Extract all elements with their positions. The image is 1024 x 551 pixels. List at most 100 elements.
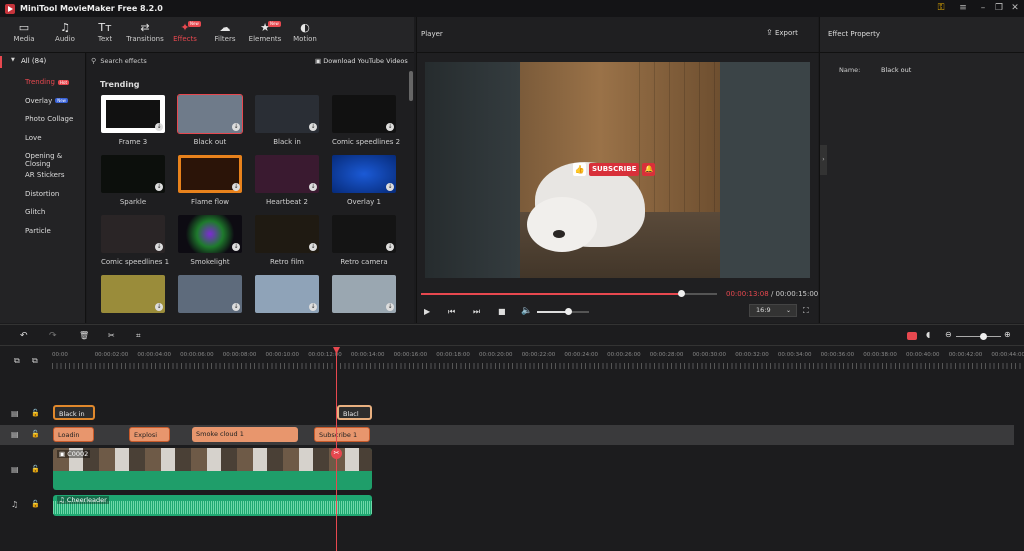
delete-icon[interactable]: 🗑 bbox=[79, 331, 89, 340]
sidebar-item-trending[interactable]: Trending Hot bbox=[25, 78, 70, 86]
effect-clip[interactable]: Black in bbox=[53, 405, 95, 420]
effect-thumbnail[interactable]: ↓ bbox=[332, 215, 396, 253]
effect-card[interactable]: ↓ Smokelight bbox=[178, 215, 242, 266]
split-scissors-marker-icon[interactable]: ✂ bbox=[331, 448, 342, 459]
sidebar-item-particle[interactable]: Particle bbox=[25, 227, 51, 235]
effect-card[interactable]: ↓ Overlay 1 bbox=[332, 155, 396, 206]
element-clip[interactable]: Subscribe 1 bbox=[314, 427, 370, 442]
download-icon[interactable]: ↓ bbox=[155, 183, 163, 191]
download-icon[interactable]: ↓ bbox=[386, 243, 394, 251]
download-icon[interactable]: ↓ bbox=[386, 303, 394, 311]
effect-card[interactable]: ↓ Comic speedlines 2 bbox=[332, 95, 400, 146]
volume-handle[interactable] bbox=[565, 308, 573, 315]
effect-thumbnail[interactable]: ↓ bbox=[332, 95, 396, 133]
lock-icon[interactable]: 🔓 bbox=[31, 500, 40, 508]
effect-thumbnail[interactable]: ↓ bbox=[255, 95, 319, 133]
menu-icon[interactable]: ≡ bbox=[954, 2, 972, 15]
search-effects-input[interactable]: ⚲ Search effects bbox=[91, 57, 241, 67]
sidebar-item-ar-stickers[interactable]: AR Stickers bbox=[25, 171, 65, 179]
effect-thumbnail[interactable]: ↓ bbox=[101, 215, 165, 253]
effect-card[interactable]: ↓ bbox=[101, 275, 165, 313]
effect-thumbnail[interactable]: ↓ bbox=[255, 215, 319, 253]
collapse-panel-button[interactable]: › bbox=[820, 145, 827, 175]
add-track-icon[interactable]: ⧉ bbox=[14, 356, 20, 366]
tab-audio[interactable]: ♫ Audio bbox=[46, 20, 84, 43]
download-icon[interactable]: ↓ bbox=[309, 303, 317, 311]
effect-thumbnail[interactable]: ↓ bbox=[101, 95, 165, 133]
effect-thumbnail[interactable]: ↓ bbox=[101, 155, 165, 193]
progress-handle[interactable] bbox=[678, 290, 686, 297]
sidebar-item-overlay[interactable]: Overlay New bbox=[25, 97, 68, 105]
effect-card[interactable]: ↓ Sparkle bbox=[101, 155, 165, 206]
effect-thumbnail[interactable]: ↓ bbox=[332, 275, 396, 313]
lock-icon[interactable]: 🔓 bbox=[31, 430, 40, 438]
effect-thumbnail[interactable]: ↓ bbox=[332, 155, 396, 193]
snap-toggle-icon[interactable] bbox=[907, 332, 917, 340]
volume-icon[interactable]: 🔈 bbox=[521, 306, 532, 316]
next-frame-button[interactable]: ⏭ bbox=[473, 307, 480, 317]
sidebar-item-photo-collage[interactable]: Photo Collage bbox=[25, 115, 73, 123]
download-icon[interactable]: ↓ bbox=[155, 243, 163, 251]
download-icon[interactable]: ↓ bbox=[232, 183, 240, 191]
effect-thumbnail[interactable]: ↓ bbox=[178, 155, 242, 193]
download-icon[interactable]: ↓ bbox=[309, 243, 317, 251]
zoom-slider[interactable] bbox=[956, 333, 1001, 340]
download-icon[interactable]: ↓ bbox=[309, 183, 317, 191]
tab-text[interactable]: Tт Text bbox=[86, 20, 124, 43]
effect-card[interactable]: ↓ Comic speedlines 1 bbox=[101, 215, 169, 266]
effect-card[interactable]: ↓ bbox=[178, 275, 242, 313]
effect-thumbnail[interactable]: ↓ bbox=[255, 275, 319, 313]
split-scissors-icon[interactable]: ✂ bbox=[108, 331, 115, 340]
audio-clip[interactable]: ♫ Cheerleader bbox=[53, 495, 372, 516]
effect-clip[interactable]: Blacl bbox=[337, 405, 372, 420]
effect-thumbnail[interactable]: ↓ bbox=[101, 275, 165, 313]
effect-card[interactable]: ↓ Flame flow bbox=[178, 155, 242, 206]
download-icon[interactable]: ↓ bbox=[232, 243, 240, 251]
playback-progress[interactable] bbox=[421, 290, 717, 297]
zoom-handle[interactable] bbox=[980, 333, 987, 340]
tab-transitions[interactable]: ⇄ Transitions bbox=[126, 20, 164, 43]
element-clip[interactable]: Loadin bbox=[53, 427, 94, 442]
volume-slider[interactable] bbox=[537, 308, 589, 315]
element-clip[interactable]: Explosi bbox=[129, 427, 170, 442]
effect-thumbnail[interactable]: ↓ bbox=[178, 275, 242, 313]
fullscreen-icon[interactable]: ⛶ bbox=[803, 306, 809, 316]
video-clip[interactable]: ▣ C0002 bbox=[53, 448, 372, 490]
effect-card[interactable]: ↓ Frame 3 bbox=[101, 95, 165, 146]
effect-card[interactable]: ↓ bbox=[332, 275, 396, 313]
video-preview[interactable]: 👍 SUBSCRIBE 🔔 bbox=[425, 62, 810, 278]
sidebar-item-opening-closing[interactable]: Opening & Closing bbox=[25, 152, 85, 168]
download-icon[interactable]: ↓ bbox=[386, 123, 394, 131]
close-button[interactable]: ✕ bbox=[1006, 2, 1024, 15]
audio-mix-icon[interactable]: ◖ bbox=[926, 330, 930, 339]
download-icon[interactable]: ↓ bbox=[155, 123, 163, 131]
effect-card[interactable]: ↓ Black in bbox=[255, 95, 319, 146]
export-button[interactable]: ⇪ Export bbox=[766, 28, 798, 37]
element-clip[interactable]: Smoke cloud 1 bbox=[192, 427, 298, 442]
aspect-ratio-select[interactable]: 16:9 ⌄ bbox=[749, 304, 797, 317]
effect-thumbnail[interactable]: ↓ bbox=[178, 215, 242, 253]
copy-track-icon[interactable]: ⧉ bbox=[32, 356, 38, 366]
download-youtube-button[interactable]: ▣ Download YouTube Videos bbox=[315, 57, 408, 65]
all-category[interactable]: ▼ All (84) bbox=[0, 56, 86, 68]
tab-filters[interactable]: ☁ Filters bbox=[206, 20, 244, 43]
tab-elements[interactable]: ★ Elements New bbox=[246, 20, 284, 43]
effect-card[interactable]: ↓ Black out bbox=[177, 94, 243, 146]
zoom-out-icon[interactable]: ⊖ bbox=[945, 330, 952, 339]
zoom-in-icon[interactable]: ⊕ bbox=[1004, 330, 1011, 339]
key-icon[interactable]: ⚿ bbox=[932, 2, 950, 15]
tab-effects[interactable]: ✦ Effects New bbox=[166, 20, 204, 43]
stop-button[interactable]: ■ bbox=[498, 307, 506, 316]
download-icon[interactable]: ↓ bbox=[232, 123, 240, 131]
undo-icon[interactable]: ↶ bbox=[20, 331, 28, 341]
effects-scrollbar[interactable] bbox=[409, 71, 413, 101]
sidebar-item-glitch[interactable]: Glitch bbox=[25, 208, 45, 216]
lock-icon[interactable]: 🔓 bbox=[31, 465, 40, 473]
redo-icon[interactable]: ↷ bbox=[49, 331, 57, 341]
tab-motion[interactable]: ◐ Motion bbox=[286, 20, 324, 43]
effect-card[interactable]: ↓ Retro film bbox=[255, 215, 319, 266]
lock-icon[interactable]: 🔓 bbox=[31, 409, 40, 417]
effect-thumbnail[interactable]: ↓ bbox=[255, 155, 319, 193]
effect-card[interactable]: ↓ Retro camera bbox=[332, 215, 396, 266]
effect-thumbnail[interactable]: ↓ bbox=[177, 94, 243, 134]
